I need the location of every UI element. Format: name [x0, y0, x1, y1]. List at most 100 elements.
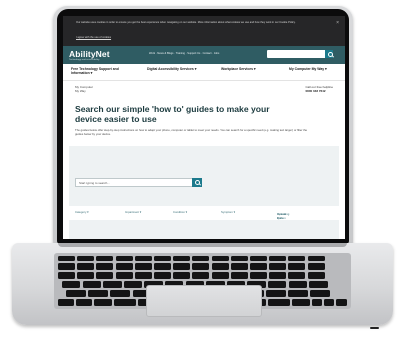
breadcrumb-line-2[interactable]: My Way: [75, 89, 93, 94]
keyboard-key: [115, 256, 133, 261]
keyboard-key: [268, 281, 287, 288]
keyboard-key: [336, 299, 347, 306]
keyboard-key: [192, 263, 210, 270]
keyboard-key: [250, 272, 267, 279]
keyboard-key: [115, 272, 133, 279]
search-icon: [328, 52, 333, 57]
keyboard-key: [58, 256, 75, 261]
keyboard-key: [250, 263, 267, 270]
keyboard-key: [154, 272, 171, 279]
keyboard-key: [77, 263, 95, 270]
breadcrumb: My Computer My Way: [75, 85, 93, 94]
keyboard-key: [230, 256, 248, 261]
keyboard-key: [324, 299, 334, 306]
filter-operating-system-value: Include Both: [277, 212, 287, 220]
keyboard-key: [88, 290, 109, 297]
keyboard-key: [269, 272, 287, 279]
keyboard-key: [192, 272, 210, 279]
helpline: Call our free helpline 0800 048 7642: [305, 85, 333, 94]
status-led: [370, 327, 379, 329]
keyboard-key: [114, 299, 136, 306]
keyboard-key: [96, 263, 114, 270]
keyboard-key: [211, 256, 229, 261]
close-icon[interactable]: ×: [336, 20, 339, 26]
keyboard-key: [309, 281, 328, 288]
keyboard-key: [288, 272, 306, 279]
keyboard-key: [250, 256, 267, 261]
keyboard-key: [211, 272, 229, 279]
keyboard-key: [312, 299, 322, 306]
keyboard-key: [82, 281, 101, 288]
keyboard-key: [211, 263, 229, 270]
keyboard-key: [265, 290, 286, 297]
keyboard-key: [134, 263, 152, 270]
filter-bar: Category ▾ Impairment ▾ Condition ▾ Symp…: [69, 206, 339, 220]
keyboard-key: [62, 281, 81, 288]
keyboard-key: [173, 272, 191, 279]
site-header: AbilityNet Technology and accessibility …: [63, 46, 345, 64]
keyboard-key: [230, 272, 248, 279]
search-icon: [195, 180, 200, 185]
keyboard-key: [154, 256, 171, 261]
page-title: Search our simple 'how to' guides to mak…: [75, 104, 270, 124]
filter-condition[interactable]: Condition ▾: [173, 210, 187, 214]
keyboard-key: [66, 290, 86, 297]
filter-symptom[interactable]: Symptom ▾: [221, 210, 235, 214]
keyboard-key: [96, 256, 114, 261]
keyboard-key: [58, 263, 75, 270]
keyboard-key: [77, 256, 95, 261]
nav-item-workplace-services[interactable]: Workplace Services ▾: [221, 67, 256, 71]
keyboard-key: [123, 281, 143, 288]
keyboard-key: [288, 281, 307, 288]
keyboard-key: [173, 256, 191, 261]
keyboard-key: [292, 299, 310, 306]
keyboard-key: [288, 290, 308, 297]
filter-category[interactable]: Category ▾: [75, 210, 89, 214]
keyboard-key: [307, 256, 325, 261]
keyboard-key: [94, 299, 112, 306]
nav-item-free-support[interactable]: Free Technology Support and Information …: [71, 67, 131, 75]
header-search-button[interactable]: [325, 50, 333, 58]
nav-item-my-computer-my-way[interactable]: My Computer My Way ▾: [289, 67, 327, 71]
cookie-text: Our website uses cookies in order to ens…: [76, 21, 296, 24]
keyboard-key: [230, 263, 248, 270]
guide-search-button[interactable]: [192, 178, 202, 187]
keyboard-key: [268, 299, 290, 306]
logo-tagline: Technology and accessibility: [69, 59, 100, 61]
keyboard-key: [269, 263, 287, 270]
nav-item-accessibility-services[interactable]: Digital Accessibility Services ▾: [147, 67, 196, 71]
cookie-banner: Our website uses cookies in order to ens…: [63, 16, 345, 46]
keyboard-key: [76, 299, 92, 306]
primary-nav: Free Technology Support and Information …: [63, 64, 345, 81]
keyboard-key: [134, 272, 152, 279]
cookie-accept-link[interactable]: I agree with the use of cookies: [76, 36, 111, 39]
header-search-input[interactable]: [267, 50, 333, 58]
keyboard-key: [115, 263, 133, 270]
keyboard-key: [288, 256, 306, 261]
guide-search-input[interactable]: Start typing to search...: [75, 178, 193, 187]
keyboard-key: [58, 272, 75, 279]
keyboard-key: [307, 263, 325, 270]
keyboard-key: [288, 263, 306, 270]
search-panel: [69, 146, 339, 239]
keyboard-key: [310, 290, 331, 297]
keyboard-key: [103, 281, 122, 288]
keyboard-key: [110, 290, 131, 297]
laptop-hinge: [58, 243, 347, 247]
laptop-screen: Our website uses cookies in order to ens…: [63, 16, 345, 239]
keyboard-key: [96, 272, 114, 279]
page-intro: The guides below offer step-by-step inst…: [75, 128, 308, 136]
keyboard-key: [192, 256, 210, 261]
top-nav[interactable]: Work · News & Blogs · Training · Support…: [149, 52, 219, 55]
logo-text: AbilityNet: [69, 49, 110, 59]
site-logo[interactable]: AbilityNet Technology and accessibility: [69, 49, 110, 61]
filter-impairment[interactable]: Impairment ▾: [125, 210, 141, 214]
keyboard-key: [134, 256, 152, 261]
helpline-number[interactable]: 0800 048 7642: [305, 89, 325, 93]
keyboard-key: [269, 256, 287, 261]
keyboard-key: [154, 263, 171, 270]
trackpad[interactable]: [146, 285, 262, 317]
keyboard-key: [307, 272, 325, 279]
keyboard-key: [77, 272, 95, 279]
keyboard-key: [58, 299, 74, 306]
